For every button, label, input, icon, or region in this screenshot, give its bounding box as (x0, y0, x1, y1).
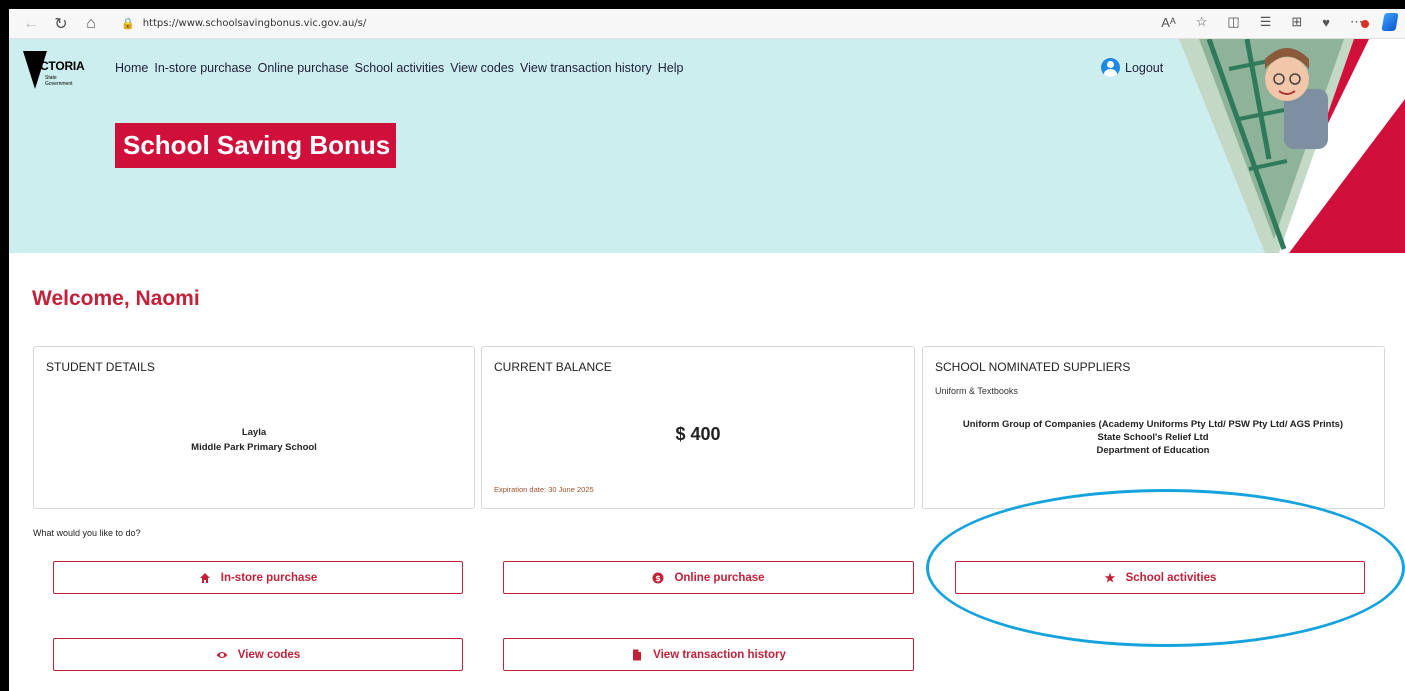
suppliers-card: SCHOOL NOMINATED SUPPLIERS Uniform & Tex… (922, 346, 1385, 509)
document-icon (633, 649, 642, 660)
view-transaction-history-button[interactable]: View transaction history (503, 638, 914, 671)
current-balance-heading: CURRENT BALANCE (494, 360, 612, 374)
back-icon[interactable]: ← (23, 15, 39, 33)
main-nav: Home In-store purchase Online purchase S… (115, 61, 683, 75)
nav-view-codes[interactable]: View codes (450, 61, 514, 75)
view-codes-label: View codes (237, 648, 301, 661)
logout-label: Logout (1125, 60, 1164, 75)
highlight-annotation (926, 489, 1405, 647)
svg-text:$: $ (656, 574, 662, 583)
supplier-item: Uniform Group of Companies (Academy Unif… (962, 419, 1344, 430)
student-name: Layla (241, 427, 267, 438)
action-prompt: What would you like to do? (33, 528, 141, 538)
url-text: https://www.schoolsavingbonus.vic.gov.au… (142, 18, 367, 29)
view-transaction-history-label: View transaction history (653, 648, 786, 661)
address-bar[interactable]: 🔒 https://www.schoolsavingbonus.vic.gov.… (121, 13, 371, 35)
more-menu-icon[interactable]: ⋯ (1350, 14, 1369, 30)
user-icon (1101, 58, 1120, 77)
read-aloud-icon[interactable]: Aᴬ (1161, 15, 1176, 30)
logo-word: VICTORIA (29, 59, 85, 73)
eye-icon (216, 651, 228, 658)
nav-home[interactable]: Home (115, 61, 148, 75)
notification-badge (1361, 20, 1369, 28)
nav-in-store-purchase[interactable]: In-store purchase (154, 61, 251, 75)
refresh-icon[interactable]: ↻ (53, 14, 69, 34)
in-store-purchase-button[interactable]: In-store purchase (53, 561, 463, 594)
favorite-star-icon[interactable]: ☆ (1196, 14, 1208, 30)
hero-banner: VICTORIA State Government Home In-store … (9, 39, 1405, 253)
supplier-item: State School's Relief Ltd (1097, 432, 1209, 443)
supplier-item: Department of Education (1096, 445, 1210, 456)
page-title: School Saving Bonus (115, 123, 397, 168)
logout-button[interactable]: Logout (1101, 58, 1163, 77)
welcome-heading: Welcome, Naomi (32, 287, 200, 310)
supplier-list: Uniform Group of Companies (Academy Unif… (953, 418, 1353, 457)
student-school: Middle Park Primary School (191, 442, 317, 453)
online-purchase-label: Online purchase (674, 571, 765, 584)
student-details-heading: STUDENT DETAILS (46, 360, 155, 374)
home-icon[interactable]: ⌂ (83, 15, 99, 33)
in-store-purchase-label: In-store purchase (220, 571, 318, 584)
balance-amount: $ 400 (675, 424, 721, 444)
collections-icon[interactable]: ⊞ (1291, 14, 1302, 30)
home-icon (199, 572, 210, 583)
browser-essentials-icon[interactable]: ♥ (1322, 15, 1330, 30)
nav-school-activities[interactable]: School activities (355, 61, 445, 75)
favorites-list-icon[interactable]: ☰ (1260, 14, 1272, 30)
lock-icon: 🔒 (121, 17, 135, 30)
dollar-coin-icon: $ (652, 572, 664, 583)
view-codes-button[interactable]: View codes (53, 638, 463, 671)
browser-toolbar: ← ↻ ⌂ 🔒 https://www.schoolsavingbonus.vi… (9, 9, 1405, 39)
copilot-icon[interactable] (1381, 13, 1399, 31)
nav-online-purchase[interactable]: Online purchase (258, 61, 349, 75)
suppliers-heading: SCHOOL NOMINATED SUPPLIERS (935, 360, 1131, 374)
nav-help[interactable]: Help (658, 61, 684, 75)
expiration-date: Expiration date: 30 June 2025 (494, 485, 594, 494)
page: VICTORIA State Government Home In-store … (9, 39, 1405, 691)
supplier-category: Uniform & Textbooks (935, 386, 1018, 396)
current-balance-card: CURRENT BALANCE $ 400 Expiration date: 3… (481, 346, 915, 509)
split-screen-icon[interactable]: ◫ (1227, 14, 1239, 30)
online-purchase-button[interactable]: $ Online purchase (503, 561, 914, 594)
student-details-card: STUDENT DETAILS Layla Middle Park Primar… (33, 346, 475, 509)
hero-photo (1179, 39, 1405, 253)
nav-view-transaction-history[interactable]: View transaction history (520, 61, 652, 75)
browser-actions: Aᴬ ☆ ◫ ☰ ⊞ ♥ ⋯ (1161, 13, 1399, 31)
victoria-logo[interactable]: VICTORIA State Government (19, 47, 99, 97)
logo-subtitle: State Government (45, 75, 73, 87)
